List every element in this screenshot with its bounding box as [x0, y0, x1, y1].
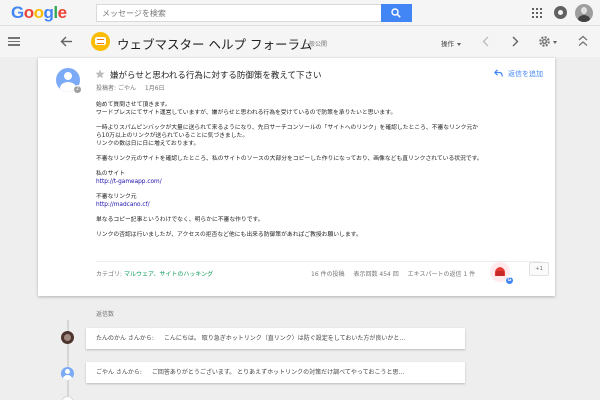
- view-count: 表示回数 454 回: [353, 271, 399, 278]
- logo-letter: o: [33, 3, 44, 22]
- collapse-icon[interactable]: [577, 35, 589, 47]
- post-card: 2 嫌がらせと思われる行為に対する防御策を教えて下さい 投稿者: ごやん 1月6…: [38, 58, 555, 296]
- body-line: 一時よりスパムピンバックが大量に送られて来るようになり、先日サーチコンソールの「…: [96, 125, 479, 131]
- category-links[interactable]: マルウェア、サイトのハッキング: [124, 271, 213, 278]
- body-line: ら10万以上のリンクが送られていることに気づきました。: [96, 133, 249, 139]
- body-line: リンクの数は日に日に増えております。: [96, 141, 200, 147]
- my-site-link[interactable]: http://t-gameapp.com/: [96, 179, 162, 185]
- body-line: 始めて質問させて頂きます。: [96, 102, 171, 108]
- suspicious-site-link[interactable]: http://madcano.cf/: [96, 202, 150, 208]
- apps-grid-icon[interactable]: [532, 8, 542, 18]
- google-logo[interactable]: Google: [11, 3, 67, 23]
- poster-label: 投稿者:: [96, 85, 117, 92]
- logo-letter: o: [23, 3, 34, 22]
- top-header: Google: [0, 0, 600, 26]
- post-stats: 16 件の投稿 表示回数 454 回 エキスパートの返信 1 件: [311, 269, 482, 278]
- chevron-down-icon: [457, 42, 461, 46]
- account-avatar[interactable]: [575, 4, 593, 22]
- forum-toolbar: ウェブマスター ヘルプ フォーラム 一般公開 操作: [0, 26, 600, 57]
- reply-avatar[interactable]: [61, 367, 74, 380]
- plus-one-button[interactable]: +1: [529, 262, 549, 276]
- expert-badge: G: [505, 276, 514, 285]
- my-site-label: 私のサイト: [96, 171, 125, 177]
- logo-letter: G: [11, 3, 24, 22]
- category-row: カテゴリ: マルウェア、サイトのハッキング: [96, 269, 213, 278]
- divider: [96, 261, 541, 262]
- category-label: カテゴリ:: [96, 271, 123, 278]
- chevron-right-icon[interactable]: [510, 36, 520, 47]
- post-body: 始めて質問させて頂きます。 ワードプレスにてサイト運営していますが、嫌がらせと思…: [96, 101, 541, 246]
- body-line: リンクの否認は行いましたが、アクセスの拒否など他にも出来る防御策があればご教授お…: [96, 232, 362, 238]
- post-meta: 投稿者: ごやん 1月6日: [96, 83, 165, 92]
- star-icon[interactable]: [95, 69, 105, 79]
- avatar-badge: 2: [73, 85, 82, 94]
- logo-letter: e: [57, 3, 67, 22]
- reply-snippet: こんにちは。 取り急ぎホットリンク（直リンク）は防ぐ設定をしておいた方が良いかと…: [163, 335, 406, 342]
- reply-avatar[interactable]: [61, 396, 74, 400]
- notifications-icon[interactable]: [554, 6, 567, 19]
- body-line: 不審なリンク元のサイトを確認したところ、私のサイトのソースの大部分をコピーした作…: [96, 156, 483, 162]
- reply-snippet: ご回答ありがとうございます。 とりあえずホットリンクの対策だけ調べてやっておこう…: [151, 369, 405, 376]
- back-arrow-icon[interactable]: [60, 35, 73, 48]
- suspicious-site-label: 不審なリンク元: [96, 194, 137, 200]
- actions-dropdown[interactable]: 操作: [441, 38, 461, 48]
- forum-title[interactable]: ウェブマスター ヘルプ フォーラム: [117, 34, 312, 53]
- expert-reply-count: エキスパートの返信 1 件: [407, 271, 476, 278]
- reply-item[interactable]: ごやん さんから: ご回答ありがとうございます。 とりあえずホットリンクの対策だ…: [86, 362, 465, 383]
- forum-visibility: 一般公開: [303, 41, 328, 48]
- add-reply-button[interactable]: 返信を追加: [493, 69, 543, 79]
- search-button[interactable]: [381, 4, 412, 22]
- search-input[interactable]: [96, 4, 381, 22]
- post-count: 16 件の投稿: [311, 271, 345, 278]
- reply-avatar[interactable]: [61, 331, 74, 344]
- hamburger-menu-icon[interactable]: [8, 37, 20, 46]
- chevron-left-icon[interactable]: [481, 36, 491, 47]
- settings-chevron-down-icon[interactable]: [553, 41, 557, 44]
- body-line: 単なるコピー記事というわけでなく、明らかに不審な作りです。: [96, 217, 264, 223]
- search-bar: [96, 4, 412, 22]
- search-icon: [391, 8, 401, 18]
- reply-arrow-icon: [493, 69, 503, 77]
- post-author[interactable]: ごやん: [118, 85, 136, 92]
- logo-letter: g: [43, 3, 54, 22]
- post-date: 1月6日: [144, 85, 165, 92]
- reply-item[interactable]: たんのかん さんから: こんにちは。 取り急ぎホットリンク（直リンク）は防ぐ設定…: [86, 328, 465, 349]
- post-title: 嫌がらせと思われる行為に対する防御策を教えて下さい: [110, 71, 322, 81]
- add-reply-label: 返信を追加: [508, 70, 543, 78]
- forum-logo-icon: [91, 32, 110, 51]
- actions-label: 操作: [441, 40, 454, 48]
- reply-author: たんのかん さんから:: [96, 335, 154, 342]
- gear-icon[interactable]: [538, 35, 551, 48]
- body-line: ワードプレスにてサイト運営していますが、嫌がらせと思われる行為を受けているので防…: [96, 110, 397, 116]
- replies-label: 返信数: [96, 311, 115, 318]
- reply-author: ごやん さんから:: [96, 369, 142, 376]
